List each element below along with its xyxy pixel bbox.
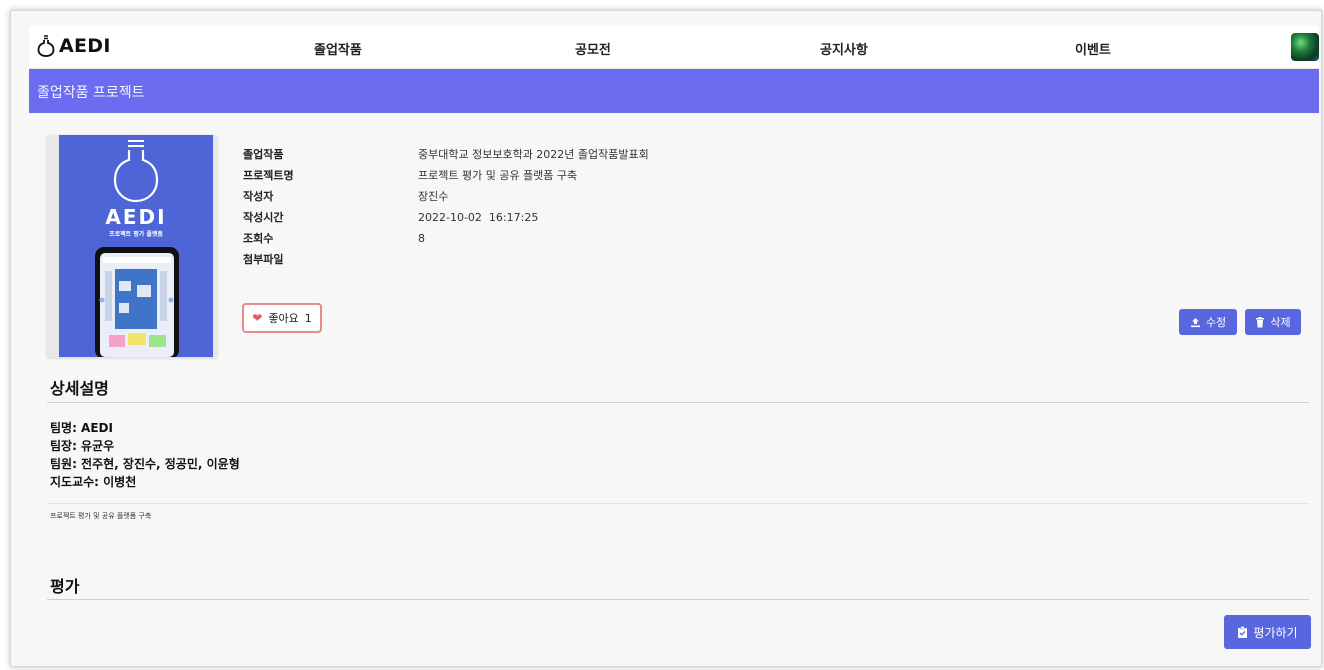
project-thumbnail: AEDI 프로젝트 평가 플랫폼 (47, 135, 217, 357)
logo-text: AEDI (59, 35, 111, 57)
user-avatar[interactable] (1291, 33, 1319, 61)
meta-label: 작성자 (243, 190, 274, 203)
browser-frame: AEDI 졸업작품 공모전 공지사항 이벤트 졸업작품 프로젝트 AEDI 프로… (10, 10, 1322, 667)
edit-label: 수정 (1205, 316, 1227, 329)
evaluation-heading: 평가 (50, 577, 80, 596)
meta-label: 졸업작품 (243, 148, 284, 161)
meta-value-attachment[interactable] (418, 249, 649, 270)
page-title: 졸업작품 프로젝트 (37, 85, 145, 101)
details-divider (47, 402, 1309, 403)
description-divider (47, 503, 1309, 504)
evaluate-button[interactable]: 평가하기 (1224, 615, 1311, 649)
meta-value-project-name: 프로젝트 평가 및 공유 플랫폼 구축 (418, 169, 578, 182)
poster-subtitle: 프로젝트 평가 플랫폼 (109, 231, 163, 238)
trash-icon (1256, 316, 1265, 327)
meta-value-competition: 중부대학교 정보보호학과 2022년 졸업작품발표회 (418, 148, 649, 161)
upload-icon (1190, 317, 1200, 327)
bulb-logo-icon (37, 35, 55, 57)
like-button[interactable]: ❤ 좋아요 1 (242, 303, 322, 333)
bulb-poster-icon (95, 140, 179, 357)
nav-contest[interactable]: 공모전 (575, 39, 611, 58)
clipboard-check-icon (1238, 626, 1248, 638)
top-navbar: AEDI 졸업작품 공모전 공지사항 이벤트 (29, 26, 1319, 69)
evaluation-divider (47, 599, 1309, 600)
meta-value-views: 8 (418, 232, 425, 245)
meta-label: 조회수 (243, 232, 274, 245)
poster-brand: AEDI (105, 205, 167, 229)
nav-graduation-works[interactable]: 졸업작품 (314, 39, 362, 58)
project-detail-card: AEDI 프로젝트 평가 플랫폼 졸업작품 프로젝트명 작성자 작성시간 조회수… (29, 113, 1319, 663)
team-info: 팀명: AEDI 팀장: 유균우 팀원: 전주현, 장진수, 정공민, 이윤형 … (50, 419, 240, 491)
thumbnail-poster: AEDI 프로젝트 평가 플랫폼 (59, 135, 213, 357)
meta-values: 중부대학교 정보보호학과 2022년 졸업작품발표회 프로젝트 평가 및 공유 … (418, 144, 649, 270)
like-count: 1 (304, 311, 312, 325)
meta-labels: 졸업작품 프로젝트명 작성자 작성시간 조회수 첨부파일 (243, 144, 294, 270)
delete-button[interactable]: 삭제 (1245, 309, 1301, 335)
nav-event[interactable]: 이벤트 (1075, 39, 1111, 58)
team-advisor: 지도교수: 이병천 (50, 475, 137, 489)
team-leader: 팀장: 유균우 (50, 439, 115, 453)
details-heading: 상세설명 (50, 379, 109, 398)
meta-label: 첨부파일 (243, 253, 284, 266)
meta-value-author: 장진수 (418, 190, 449, 203)
edit-button[interactable]: 수정 (1179, 309, 1237, 335)
team-name: 팀명: AEDI (50, 421, 113, 435)
meta-label: 프로젝트명 (243, 169, 294, 182)
like-label: 좋아요 (268, 312, 299, 325)
meta-label: 작성시간 (243, 211, 284, 224)
page-banner: 졸업작품 프로젝트 (29, 69, 1319, 113)
project-description: 프로젝트 평가 및 공유 플랫폼 구축 (50, 512, 152, 520)
delete-label: 삭제 (1270, 316, 1291, 329)
logo[interactable]: AEDI (37, 35, 111, 57)
evaluate-label: 평가하기 (1253, 625, 1298, 640)
meta-value-created-time: 2022-10-02 16:17:25 (418, 211, 539, 224)
team-members: 팀원: 전주현, 장진수, 정공민, 이윤형 (50, 457, 240, 471)
nav-notice[interactable]: 공지사항 (820, 39, 868, 58)
heart-icon: ❤ (252, 311, 263, 325)
